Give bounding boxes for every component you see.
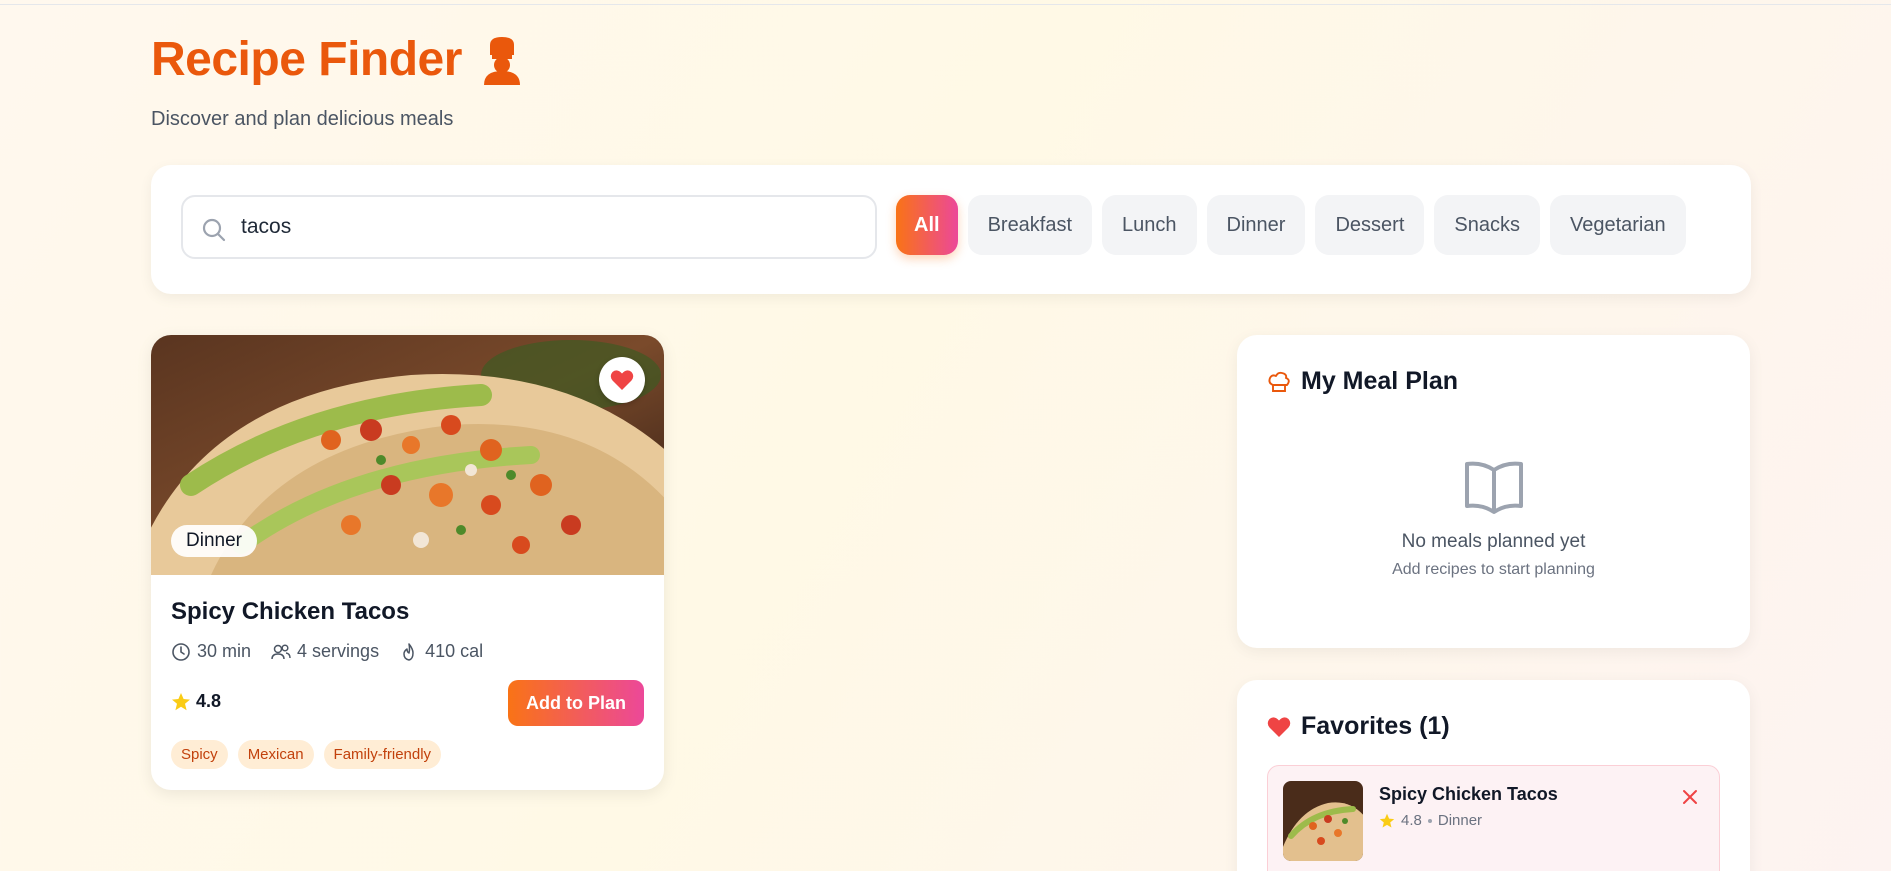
meta-time: 30 min	[171, 641, 251, 662]
favorite-thumbnail	[1283, 781, 1363, 861]
recipe-title[interactable]: Spicy Chicken Tacos	[171, 598, 409, 626]
users-icon	[271, 643, 291, 659]
star-icon	[1379, 813, 1395, 828]
meal-plan-panel: My Meal Plan No meals planned yet Add re…	[1237, 335, 1750, 648]
search-icon	[202, 218, 226, 242]
search-input[interactable]	[241, 209, 841, 245]
tag: Mexican	[237, 740, 314, 769]
filter-breakfast[interactable]: Breakfast	[967, 195, 1093, 255]
recipe-tags: Spicy Mexican Family-friendly	[171, 740, 442, 769]
meta-servings: 4 servings	[271, 641, 379, 662]
recipe-rating: 4.8	[171, 691, 221, 712]
heart-icon	[1267, 716, 1291, 737]
favorites-title: Favorites (1)	[1301, 712, 1450, 740]
page-header: Recipe Finder Discover and plan deliciou…	[151, 32, 524, 131]
tag: Family-friendly	[323, 740, 442, 769]
category-filters: All Breakfast Lunch Dinner Dessert Snack…	[896, 195, 1686, 255]
filter-snacks[interactable]: Snacks	[1434, 195, 1540, 255]
filter-dessert[interactable]: Dessert	[1315, 195, 1425, 255]
search-box[interactable]	[181, 195, 877, 259]
top-divider	[0, 4, 1891, 5]
chef-icon	[483, 37, 520, 85]
clock-icon	[172, 642, 190, 661]
flame-icon	[403, 642, 414, 661]
filter-all[interactable]: All	[896, 195, 958, 255]
meta-calories: 410 cal	[399, 641, 483, 662]
book-icon	[1465, 461, 1523, 514]
category-badge: Dinner	[171, 525, 257, 557]
meal-plan-title: My Meal Plan	[1301, 367, 1458, 395]
favorites-header: Favorites (1)	[1267, 712, 1450, 741]
separator-dot	[1427, 818, 1432, 823]
favorite-toggle[interactable]	[599, 357, 645, 403]
empty-state-subtitle: Add recipes to start planning	[1392, 561, 1595, 578]
filter-dinner[interactable]: Dinner	[1206, 195, 1306, 255]
recipe-card[interactable]: Dinner Spicy Chicken Tacos 30 min 4 serv…	[151, 335, 664, 790]
page-title: Recipe Finder	[151, 33, 462, 86]
filter-vegetarian[interactable]: Vegetarian	[1549, 195, 1686, 255]
recipe-meta: 30 min 4 servings 410 cal	[171, 641, 483, 662]
meal-plan-header: My Meal Plan	[1267, 367, 1458, 396]
star-icon	[172, 692, 190, 710]
favorite-name: Spicy Chicken Tacos	[1379, 784, 1558, 804]
search-panel: All Breakfast Lunch Dinner Dessert Snack…	[151, 165, 1751, 294]
chef-hat-icon	[1268, 371, 1290, 392]
favorite-item[interactable]: Spicy Chicken Tacos 4.8 Dinner	[1267, 765, 1720, 871]
heart-icon	[610, 370, 634, 390]
filter-lunch[interactable]: Lunch	[1102, 195, 1197, 255]
favorites-panel: Favorites (1) Spicy Chicken Tacos 4.8 Di…	[1237, 680, 1750, 871]
page-subtitle: Discover and plan delicious meals	[151, 108, 454, 130]
tag: Spicy	[171, 740, 228, 769]
favorite-meta: 4.8 Dinner	[1379, 812, 1482, 829]
close-icon[interactable]	[1679, 786, 1701, 808]
add-to-plan-button[interactable]: Add to Plan	[508, 680, 644, 726]
empty-state-title: No meals planned yet	[1401, 531, 1586, 552]
